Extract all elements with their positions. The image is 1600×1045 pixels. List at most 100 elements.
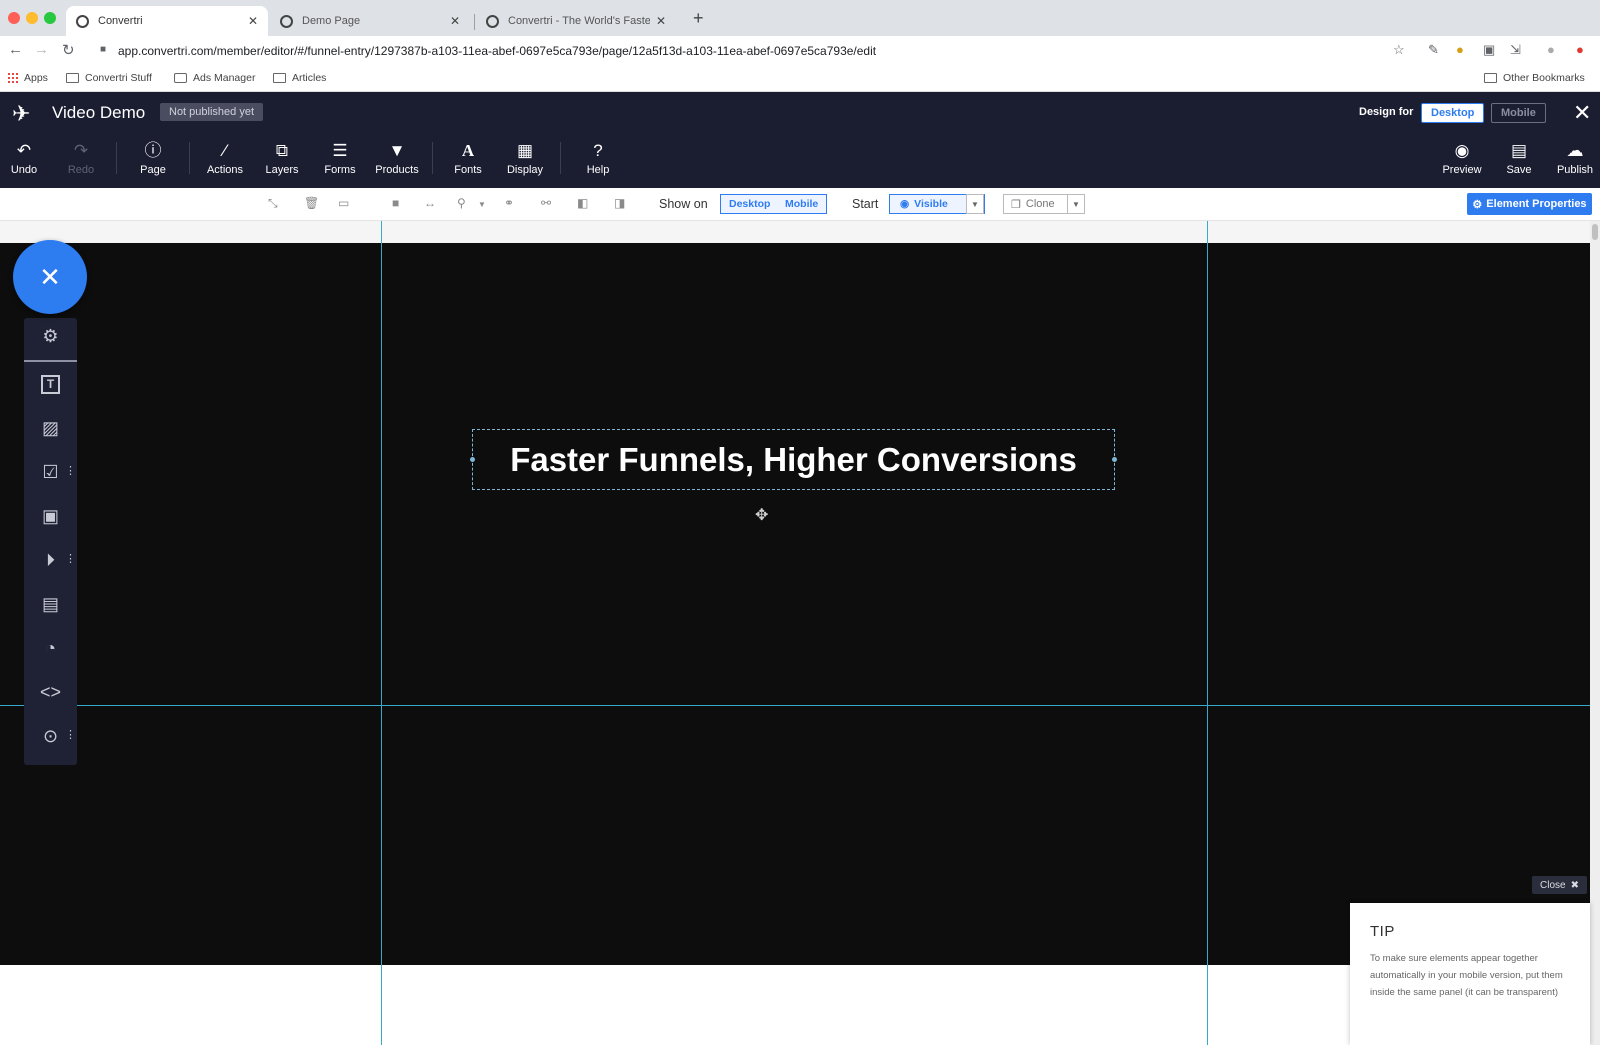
display-button[interactable]: ▦ Display	[497, 140, 553, 176]
actions-button[interactable]: ⁄ Actions	[197, 140, 253, 176]
align-icon[interactable]: ▭	[338, 196, 349, 210]
window-close-dot[interactable]	[8, 12, 20, 24]
widgets-icon[interactable]: ⚙	[24, 318, 77, 354]
undo-button[interactable]: ↶ Undo	[0, 140, 52, 176]
browser-tab-convertri[interactable]: Convertri ✕	[66, 6, 268, 36]
text-element-icon[interactable]: T	[24, 366, 77, 402]
chevron-down-icon[interactable]: ▼	[966, 194, 984, 214]
tip-text: To make sure elements appear together au…	[1370, 953, 1563, 998]
new-tab-icon[interactable]: +	[693, 8, 704, 29]
tab-close-icon[interactable]: ✕	[450, 14, 460, 28]
clone-button[interactable]: ❐ Clone	[1003, 194, 1069, 214]
fonts-label: Fonts	[454, 164, 482, 176]
publish-button[interactable]: ☁ Publish	[1547, 140, 1600, 176]
tab-favicon-icon	[486, 14, 499, 28]
show-on-mobile-toggle[interactable]: Mobile	[777, 194, 828, 214]
checkbox-element-icon[interactable]: ☑ ⋮	[24, 454, 77, 490]
resize-handle-right[interactable]	[1112, 457, 1117, 462]
unlink-icon[interactable]: ⚯	[541, 196, 551, 210]
trash-icon[interactable]: 🗑	[304, 196, 319, 210]
headline-element[interactable]: Faster Funnels, Higher Conversions	[470, 429, 1117, 490]
redo-button[interactable]: ↷ Redo	[53, 140, 109, 176]
resize-icon[interactable]: ⤡	[268, 196, 278, 211]
tab-close-icon[interactable]: ✕	[248, 14, 258, 28]
help-label: Help	[586, 164, 610, 176]
cloud-upload-icon: ☁	[1566, 141, 1584, 160]
tab-title: Convertri - The World's Fastes	[508, 15, 650, 27]
url-field[interactable]: app.convertri.com/member/editor/#/funnel…	[118, 44, 876, 58]
bring-forward-icon[interactable]: ◧	[577, 196, 588, 210]
link-icon[interactable]: ⚭	[504, 196, 514, 210]
save-button[interactable]: ▤ Save	[1491, 140, 1547, 176]
bookmark-articles[interactable]: Articles	[273, 72, 326, 84]
tab-title: Demo Page	[302, 15, 361, 27]
more-dots-icon[interactable]: ⋮	[65, 552, 76, 565]
window-maximize-dot[interactable]	[44, 12, 56, 24]
bookmark-star-icon[interactable]: ☆	[1393, 42, 1405, 58]
convertri-logo-icon[interactable]: ✈	[12, 101, 30, 127]
save-label: Save	[1506, 164, 1532, 176]
form-element-icon[interactable]: ▤	[24, 586, 77, 622]
more-dots-icon[interactable]: ⋮	[65, 728, 76, 741]
design-for-desktop-button[interactable]: Desktop	[1421, 103, 1485, 123]
tab-close-icon[interactable]: ✕	[656, 14, 666, 28]
bookmark-ads-manager[interactable]: Ads Manager	[174, 72, 255, 84]
tip-card: TIP To make sure elements appear togethe…	[1350, 903, 1590, 1045]
video-element-icon[interactable]: ⏵ ⋮	[24, 542, 77, 578]
stretch-icon[interactable]: ↔	[424, 196, 436, 210]
tip-close-button[interactable]: Close ✖	[1532, 876, 1587, 894]
element-properties-button[interactable]: ⚙ Element Properties	[1467, 193, 1592, 215]
cast-icon[interactable]: ⇲	[1510, 42, 1521, 58]
show-on-desktop-toggle[interactable]: Desktop	[720, 194, 780, 214]
camera-icon[interactable]: ▣	[1483, 42, 1495, 58]
browser-tab-convertri-site[interactable]: Convertri - The World's Fastes ✕	[476, 6, 676, 36]
preview-button[interactable]: ◉ Preview	[1434, 140, 1490, 176]
products-button[interactable]: ▼ Products	[369, 140, 425, 176]
help-button[interactable]: ? Help	[570, 140, 626, 176]
tab-title: Convertri	[98, 15, 143, 27]
bookmark-convertri-stuff[interactable]: Convertri Stuff	[66, 72, 152, 84]
headline-text[interactable]: Faster Funnels, Higher Conversions	[510, 441, 1077, 479]
close-editor-icon[interactable]: ✕	[1573, 100, 1591, 126]
canvas-top-strip	[0, 221, 1590, 243]
forward-icon[interactable]: →	[34, 41, 49, 58]
extension-icon[interactable]: ●	[1456, 42, 1464, 57]
bookmark-apps[interactable]: Apps	[8, 72, 48, 84]
pin-icon[interactable]: ⚲	[457, 196, 466, 210]
send-backward-icon[interactable]: ◨	[614, 196, 625, 210]
browser-tab-demo-page[interactable]: Demo Page ✕	[270, 6, 470, 36]
page-button[interactable]: ⓘ Page	[125, 140, 181, 176]
timer-element-icon[interactable]: ◔	[24, 630, 77, 666]
more-dots-icon[interactable]: ⋮	[65, 464, 76, 477]
pin-dropdown-icon[interactable]: ▼	[478, 200, 486, 209]
start-label: Start	[852, 197, 879, 211]
fonts-button[interactable]: A Fonts	[440, 140, 496, 176]
forms-button[interactable]: ☰ Forms	[312, 140, 368, 176]
layers-button[interactable]: ⧉ Layers	[254, 140, 310, 176]
lock-element-icon[interactable]: ■	[392, 196, 399, 210]
canvas-scrollbar[interactable]	[1590, 221, 1600, 1045]
ads-manager-icon	[174, 73, 187, 83]
products-label: Products	[375, 164, 419, 176]
back-icon[interactable]: ←	[8, 41, 23, 58]
window-minimize-dot[interactable]	[26, 12, 38, 24]
opera-icon[interactable]: ●	[1576, 42, 1584, 57]
design-for-mobile-button[interactable]: Mobile	[1491, 103, 1546, 123]
page-section[interactable]	[0, 243, 1590, 965]
panel-element-icon[interactable]: ▣	[24, 498, 77, 534]
forms-label: Forms	[324, 164, 356, 176]
image-element-icon[interactable]: ▨	[24, 410, 77, 446]
profile-avatar-icon[interactable]: ●	[1547, 42, 1555, 57]
project-title[interactable]: Video Demo	[52, 103, 145, 123]
address-bar: ← → ↻ ■ app.convertri.com/member/editor/…	[0, 36, 1600, 66]
bookmark-other[interactable]: Other Bookmarks	[1484, 72, 1585, 84]
more-elements-icon[interactable]: ⊙ ⋮	[24, 718, 77, 754]
eyedropper-icon[interactable]: ✎	[1428, 42, 1439, 58]
reload-icon[interactable]: ↻	[62, 41, 75, 59]
resize-handle-left[interactable]	[470, 457, 475, 462]
canvas-scroll-thumb[interactable]	[1592, 224, 1598, 240]
close-elements-button[interactable]: ✕	[13, 240, 87, 314]
code-element-icon[interactable]: <>	[24, 674, 77, 710]
bookmark-label: Apps	[24, 72, 48, 84]
chevron-down-icon[interactable]: ▼	[1067, 194, 1085, 214]
